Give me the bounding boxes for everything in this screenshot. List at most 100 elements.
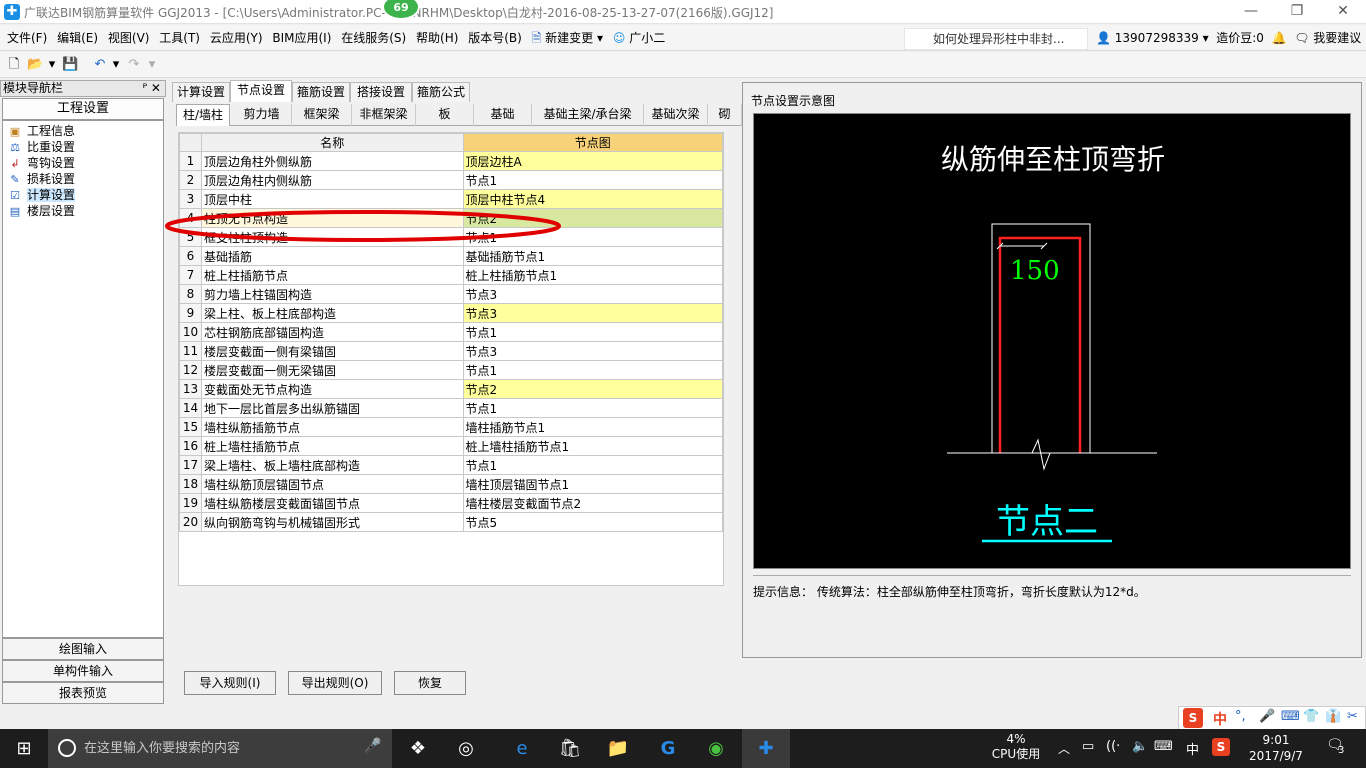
table-row[interactable]: 16 桩上墙柱插筋节点 桩上墙柱插筋节点1: [179, 436, 724, 456]
subtab-nonframe-beam[interactable]: 非框架梁: [352, 104, 416, 126]
pin-close-icon[interactable]: ᴾ ✕: [143, 81, 161, 96]
row-node-cell[interactable]: 节点3: [462, 284, 724, 304]
menu-assistant[interactable]: ☺ 广小二: [610, 25, 668, 51]
windows-start-icon[interactable]: ⊞: [0, 729, 48, 768]
row-name-cell[interactable]: 顶层边角柱内侧纵筋: [200, 170, 464, 190]
sogou-icon[interactable]: S: [1183, 708, 1203, 728]
row-node-cell[interactable]: 墙柱插筋节点1: [462, 417, 724, 437]
keyboard-icon[interactable]: ⌨: [1154, 739, 1173, 754]
dropdown-arrow-icon[interactable]: ▾: [44, 57, 60, 73]
row-name-cell[interactable]: 顶层边角柱外侧纵筋: [200, 151, 464, 171]
row-name-cell[interactable]: 梁上墙柱、板上墙柱底部构造: [200, 455, 464, 475]
tab-lap-settings[interactable]: 搭接设置: [350, 82, 412, 102]
subtab-foundation-secondary-beam[interactable]: 基础次梁: [644, 104, 708, 126]
table-row[interactable]: 12 楼层变截面一侧无梁锚固 节点1: [179, 360, 724, 380]
subtab-masonry[interactable]: 砌: [708, 104, 742, 126]
clock[interactable]: 9:01 2017/9/7: [1244, 732, 1308, 764]
edge-icon[interactable]: e: [498, 729, 546, 768]
punctuation-icon[interactable]: °,: [1235, 709, 1246, 724]
subtab-foundation[interactable]: 基础: [474, 104, 532, 126]
row-name-cell[interactable]: 楼层变截面一侧有梁锚固: [200, 341, 464, 361]
table-row[interactable]: 9 梁上柱、板上柱底部构造 节点3: [179, 303, 724, 323]
row-node-cell[interactable]: 节点1: [462, 170, 724, 190]
tab-stirrup-formula[interactable]: 箍筋公式: [412, 82, 470, 102]
nav-item-loss[interactable]: ✎ 损耗设置: [7, 171, 75, 187]
row-node-cell[interactable]: 桩上柱插筋节点1: [462, 265, 724, 285]
row-node-cell[interactable]: 节点3: [462, 303, 724, 323]
network-device-icon[interactable]: ▭: [1082, 739, 1094, 754]
store-icon[interactable]: 🛍: [546, 729, 594, 768]
tray-expand-icon[interactable]: ︿: [1058, 740, 1070, 757]
menu-cloud[interactable]: 云应用(Y): [207, 25, 266, 51]
save-icon[interactable]: 💾: [62, 57, 78, 73]
row-name-cell[interactable]: 梁上柱、板上柱底部构造: [200, 303, 464, 323]
table-row[interactable]: 1 顶层边角柱外侧纵筋 顶层边柱A: [179, 151, 724, 171]
table-row[interactable]: 19 墙柱纵筋楼层变截面锚固节点 墙柱楼层变截面节点2: [179, 493, 724, 513]
task-view-icon[interactable]: ❖: [394, 729, 442, 768]
cpu-monitor[interactable]: 4% CPU使用: [990, 732, 1042, 762]
row-node-cell[interactable]: 顶层边柱A: [462, 151, 724, 171]
microphone-icon[interactable]: 🎤: [364, 738, 381, 754]
export-rules-button[interactable]: 导出规则(O): [288, 671, 382, 695]
tab-stirrup-settings[interactable]: 箍筋设置: [292, 82, 350, 102]
nav-section-project-settings[interactable]: 工程设置: [2, 98, 164, 120]
row-node-cell[interactable]: 节点5: [462, 512, 724, 532]
ggj-app-icon[interactable]: ✚: [742, 729, 790, 768]
row-node-cell[interactable]: 节点1: [462, 398, 724, 418]
wifi-icon[interactable]: ((·: [1106, 739, 1120, 754]
menu-help[interactable]: 帮助(H): [413, 25, 461, 51]
row-name-cell[interactable]: 芯柱钢筋底部锚固构造: [200, 322, 464, 342]
close-button[interactable]: ✕: [1320, 0, 1366, 24]
suggest-link[interactable]: 我要建议: [1313, 31, 1361, 45]
sogou-tray-icon[interactable]: S: [1212, 738, 1230, 756]
table-row[interactable]: 18 墙柱纵筋顶层锚固节点 墙柱顶层锚固节点1: [179, 474, 724, 494]
row-name-cell[interactable]: 变截面处无节点构造: [200, 379, 464, 399]
row-node-cell[interactable]: 节点1: [462, 322, 724, 342]
browser-360-icon[interactable]: ◎: [442, 729, 490, 768]
subtab-slab[interactable]: 板: [416, 104, 474, 126]
subtab-foundation-main-beam[interactable]: 基础主梁/承台梁: [532, 104, 644, 126]
row-name-cell[interactable]: 墙柱纵筋楼层变截面锚固节点: [200, 493, 464, 513]
menu-file[interactable]: 文件(F): [4, 25, 50, 51]
table-row[interactable]: 2 顶层边角柱内侧纵筋 节点1: [179, 170, 724, 190]
row-node-cell[interactable]: 墙柱顶层锚固节点1: [462, 474, 724, 494]
menu-version[interactable]: 版本号(B): [465, 25, 525, 51]
table-row[interactable]: 13 变截面处无节点构造 节点2: [179, 379, 724, 399]
row-name-cell[interactable]: 纵向钢筋弯钩与机械锚固形式: [200, 512, 464, 532]
row-name-cell[interactable]: 剪力墙上柱锚固构造: [200, 284, 464, 304]
microphone-icon[interactable]: 🎤: [1259, 709, 1275, 724]
nav-drawing-input-button[interactable]: 绘图输入: [2, 638, 164, 660]
restore-button[interactable]: 恢复: [394, 671, 466, 695]
menu-new-change[interactable]: 🗎 新建变更 ▾: [529, 25, 606, 51]
nav-item-density[interactable]: ⚖ 比重设置: [7, 139, 75, 155]
table-row[interactable]: 11 楼层变截面一侧有梁锚固 节点3: [179, 341, 724, 361]
row-node-cell[interactable]: 节点1: [462, 360, 724, 380]
row-name-cell[interactable]: 地下一层比首层多出纵筋锚固: [200, 398, 464, 418]
row-name-cell[interactable]: 顶层中柱: [200, 189, 464, 209]
row-name-cell[interactable]: 墙柱纵筋顶层锚固节点: [200, 474, 464, 494]
table-row[interactable]: 3 顶层中柱 顶层中柱节点4: [179, 189, 724, 209]
nav-item-hook[interactable]: ↲ 弯钩设置: [7, 155, 75, 171]
input-lang[interactable]: 中: [1186, 739, 1199, 758]
row-name-cell[interactable]: 桩上柱插筋节点: [200, 265, 464, 285]
table-row[interactable]: 10 芯柱钢筋底部锚固构造 节点1: [179, 322, 724, 342]
dropdown-arrow-icon[interactable]: ▾: [1203, 31, 1209, 45]
nav-report-preview-button[interactable]: 报表预览: [2, 682, 164, 704]
nav-item-project-info[interactable]: ▣ 工程信息: [7, 123, 75, 139]
table-row[interactable]: 17 梁上墙柱、板上墙柱底部构造 节点1: [179, 455, 724, 475]
skin-icon[interactable]: 👕: [1303, 709, 1319, 724]
restore-button[interactable]: ❐: [1274, 0, 1320, 24]
undo-icon[interactable]: ↶: [92, 57, 108, 73]
volume-icon[interactable]: 🔈: [1132, 739, 1148, 754]
browser-icon[interactable]: ◉: [692, 729, 740, 768]
row-node-cell[interactable]: 桩上墙柱插筋节点1: [462, 436, 724, 456]
nav-item-calc[interactable]: ☑ 计算设置: [7, 187, 76, 203]
row-node-cell[interactable]: 节点1: [462, 455, 724, 475]
subtab-column[interactable]: 柱/墙柱: [176, 104, 230, 126]
file-explorer-icon[interactable]: 📁: [594, 729, 642, 768]
table-row[interactable]: 20 纵向钢筋弯钩与机械锚固形式 节点5: [179, 512, 724, 532]
menu-view[interactable]: 视图(V): [105, 25, 153, 51]
settings-icon[interactable]: ✂: [1347, 709, 1358, 724]
row-name-cell[interactable]: 桩上墙柱插筋节点: [200, 436, 464, 456]
minimize-button[interactable]: —: [1228, 0, 1274, 24]
